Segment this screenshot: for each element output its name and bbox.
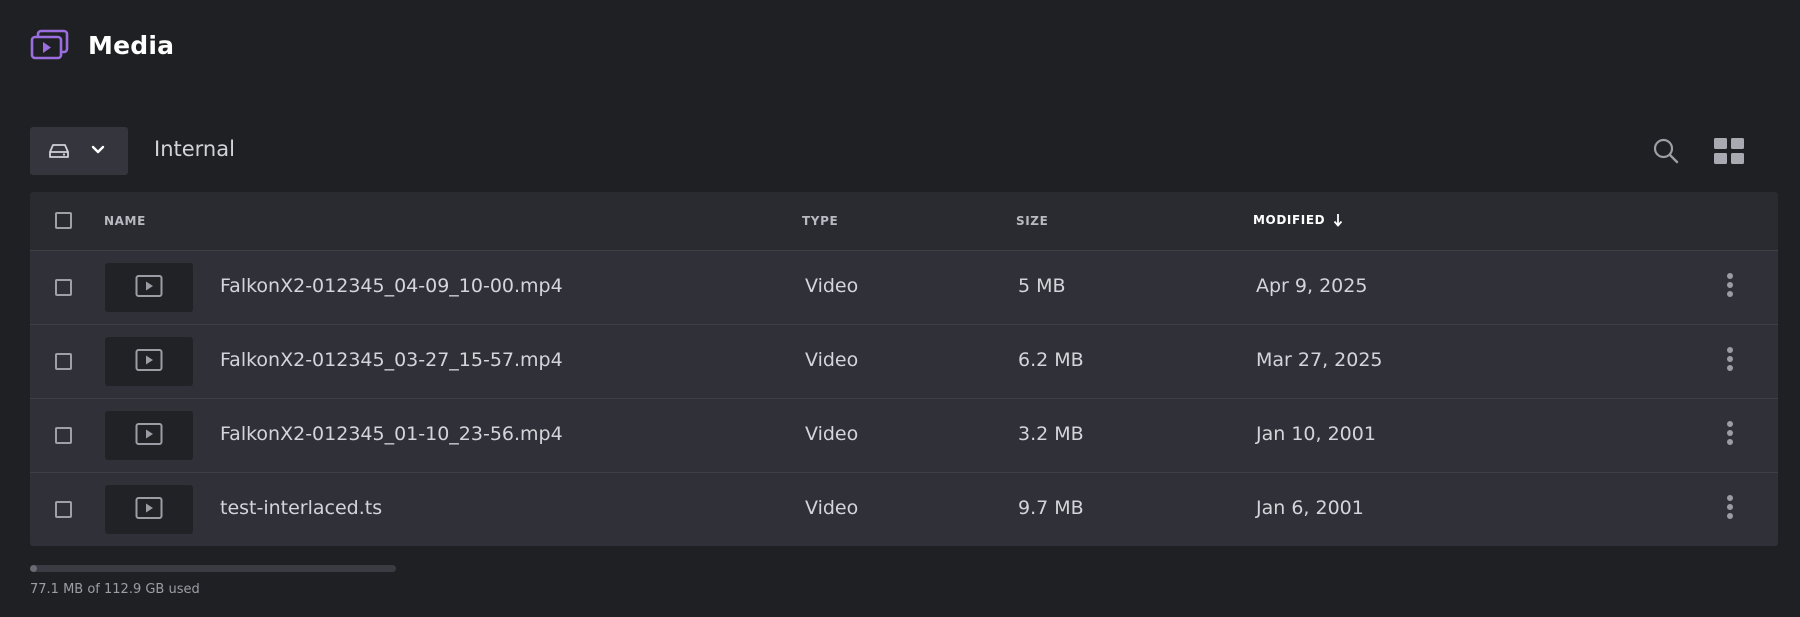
more-options-icon[interactable] [1724, 421, 1736, 451]
drive-select-dropdown[interactable] [30, 127, 128, 175]
file-size: 9.7 MB [1018, 497, 1084, 519]
file-type: Video [805, 275, 859, 297]
file-modified: Apr 9, 2025 [1256, 275, 1368, 297]
file-name[interactable]: FalkonX2-012345_04-09_10-00.mp4 [220, 275, 563, 297]
drive-icon [49, 144, 69, 158]
page-title: Media [88, 30, 175, 60]
table-row[interactable]: FalkonX2-012345_03-27_15-57.mp4 Video 6.… [30, 324, 1778, 398]
row-checkbox[interactable] [55, 279, 72, 296]
more-options-icon[interactable] [1724, 347, 1736, 377]
video-thumbnail[interactable] [105, 337, 193, 386]
column-header-size[interactable]: SIZE [1016, 214, 1048, 228]
more-options-icon[interactable] [1724, 495, 1736, 525]
table-row[interactable]: test-interlaced.ts Video 9.7 MB Jan 6, 2… [30, 472, 1778, 546]
file-name[interactable]: FalkonX2-012345_03-27_15-57.mp4 [220, 349, 563, 371]
media-library-icon [30, 29, 69, 60]
play-icon [135, 497, 163, 519]
app-header: Media [30, 24, 174, 66]
file-modified: Mar 27, 2025 [1256, 349, 1383, 371]
search-icon[interactable] [1652, 137, 1680, 165]
column-header-name[interactable]: NAME [104, 214, 146, 228]
row-checkbox[interactable] [55, 427, 72, 444]
file-modified: Jan 6, 2001 [1256, 497, 1364, 519]
table-row[interactable]: FalkonX2-012345_01-10_23-56.mp4 Video 3.… [30, 398, 1778, 472]
play-icon [135, 275, 163, 297]
select-all-checkbox[interactable] [55, 212, 72, 229]
column-header-modified-label: MODIFIED [1253, 213, 1326, 227]
grid-view-icon[interactable] [1714, 138, 1744, 164]
file-type: Video [805, 497, 859, 519]
file-type: Video [805, 349, 859, 371]
video-thumbnail[interactable] [105, 411, 193, 460]
location-label: Internal [154, 137, 235, 161]
storage-usage-text: 77.1 MB of 112.9 GB used [30, 582, 200, 597]
video-thumbnail[interactable] [105, 263, 193, 312]
toolbar: Internal [30, 127, 1778, 175]
table-header: NAME TYPE SIZE MODIFIED [30, 192, 1778, 250]
file-table: NAME TYPE SIZE MODIFIED FalkonX2-012345_… [30, 192, 1778, 546]
file-modified: Jan 10, 2001 [1256, 423, 1376, 445]
video-thumbnail[interactable] [105, 485, 193, 534]
file-size: 6.2 MB [1018, 349, 1084, 371]
play-icon [135, 349, 163, 371]
column-header-type[interactable]: TYPE [802, 214, 838, 228]
file-name[interactable]: FalkonX2-012345_01-10_23-56.mp4 [220, 423, 563, 445]
row-checkbox[interactable] [55, 501, 72, 518]
file-name[interactable]: test-interlaced.ts [220, 497, 382, 519]
table-row[interactable]: FalkonX2-012345_04-09_10-00.mp4 Video 5 … [30, 250, 1778, 324]
row-checkbox[interactable] [55, 353, 72, 370]
storage-usage-bar [30, 565, 396, 572]
file-size: 3.2 MB [1018, 423, 1084, 445]
chevron-down-icon [91, 145, 105, 154]
column-header-modified[interactable]: MODIFIED [1253, 213, 1343, 227]
file-size: 5 MB [1018, 275, 1066, 297]
storage-usage-fill [30, 565, 38, 572]
play-icon [135, 423, 163, 445]
sort-descending-icon [1334, 214, 1343, 227]
more-options-icon[interactable] [1724, 273, 1736, 303]
file-type: Video [805, 423, 859, 445]
